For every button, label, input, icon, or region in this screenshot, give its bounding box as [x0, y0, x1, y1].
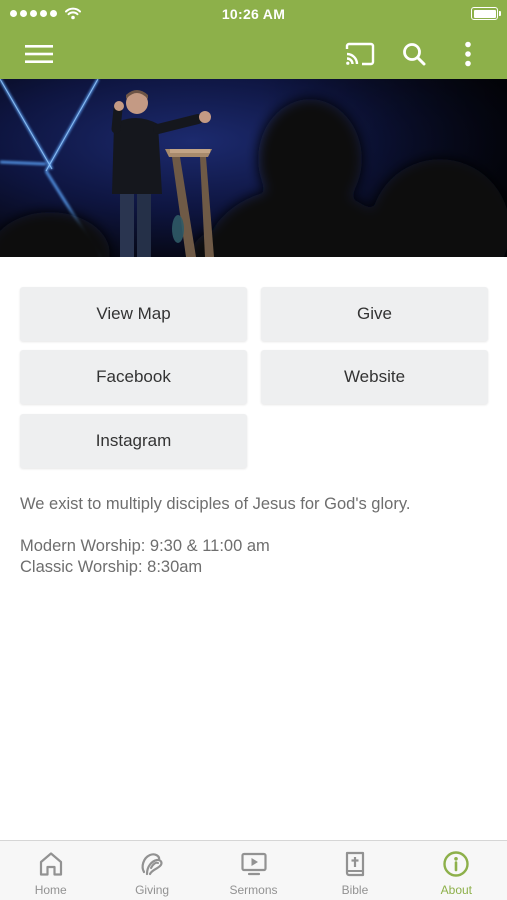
more-vertical-icon	[465, 41, 471, 67]
home-icon	[39, 852, 62, 876]
more-options-button[interactable]	[450, 36, 486, 72]
giving-icon	[141, 853, 163, 876]
tab-giving[interactable]: Giving	[101, 841, 202, 900]
facebook-button[interactable]: Facebook	[20, 350, 247, 404]
hero-photo	[0, 79, 507, 257]
tab-label: Sermons	[229, 883, 278, 897]
service-time-line: Modern Worship: 9:30 & 11:00 am	[20, 537, 270, 555]
tab-about[interactable]: About	[406, 841, 507, 900]
hero-image	[0, 79, 507, 257]
cast-button[interactable]	[342, 36, 378, 72]
info-icon	[443, 851, 470, 877]
sermons-icon	[240, 852, 267, 876]
tab-label: Bible	[341, 883, 369, 897]
menu-icon	[25, 45, 53, 63]
bible-icon	[345, 851, 365, 877]
battery-icon	[471, 7, 501, 20]
status-bar: 10:26 AM	[0, 0, 507, 28]
mission-statement: We exist to multiply disciples of Jesus …	[20, 495, 411, 513]
service-time-line: Classic Worship: 8:30am	[20, 557, 203, 576]
tab-label: Giving	[135, 883, 170, 897]
tab-sermons[interactable]: Sermons	[203, 841, 304, 900]
give-button[interactable]: Give	[261, 287, 488, 341]
service-times: Modern Worship: 9:30 & 11:00 am Classic …	[20, 536, 270, 577]
tab-bar: Home Giving Sermons Bible About	[0, 840, 507, 900]
menu-button[interactable]	[21, 36, 57, 72]
tab-home[interactable]: Home	[0, 841, 101, 900]
app-bar	[0, 28, 507, 79]
search-icon	[403, 43, 426, 66]
website-button[interactable]: Website	[261, 350, 488, 404]
instagram-button[interactable]: Instagram	[20, 414, 247, 468]
tab-bible[interactable]: Bible	[304, 841, 405, 900]
cast-icon	[345, 42, 375, 66]
search-button[interactable]	[396, 36, 432, 72]
view-map-button[interactable]: View Map	[20, 287, 247, 341]
status-time: 10:26 AM	[221, 6, 286, 22]
tab-label: About	[440, 883, 472, 897]
tab-label: Home	[34, 883, 67, 897]
